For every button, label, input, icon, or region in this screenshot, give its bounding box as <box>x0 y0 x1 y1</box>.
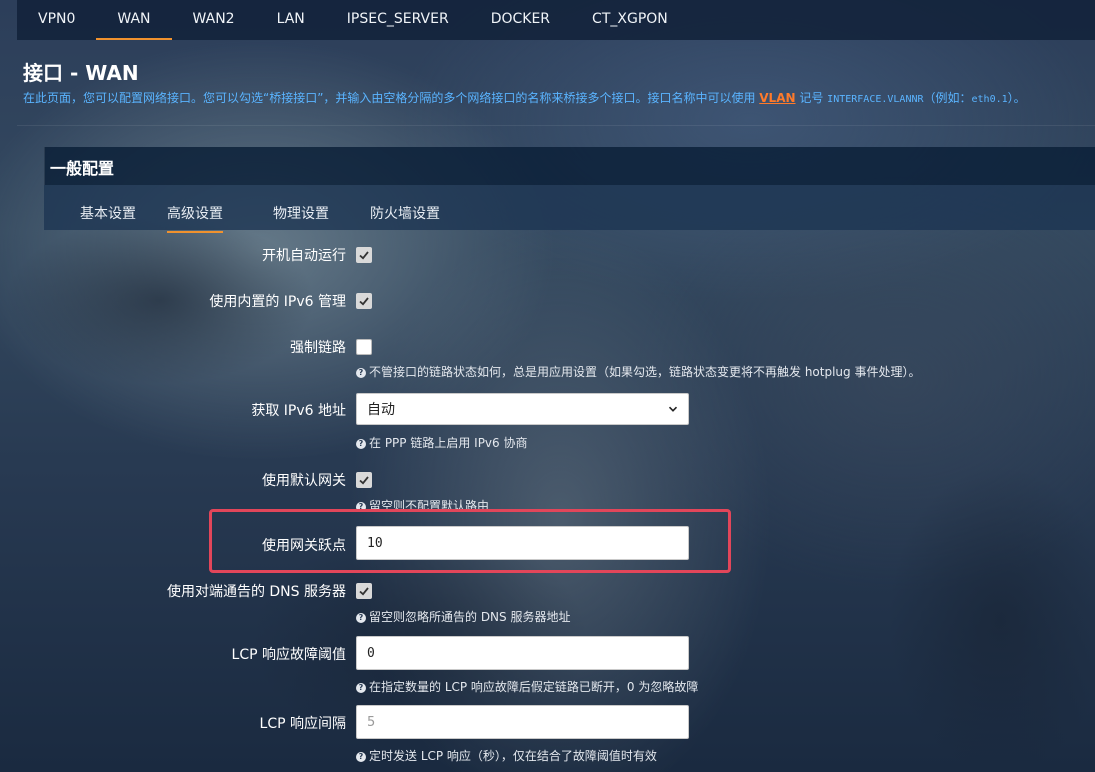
subtab-physical[interactable]: 物理设置 <box>273 203 329 231</box>
ipv6-checkbox[interactable] <box>356 293 372 309</box>
lcp-fail-input[interactable]: 0 <box>356 636 689 670</box>
help-circle-icon: ? <box>356 439 366 449</box>
desc-text-2: 记号 <box>795 91 828 105</box>
help-circle-icon: ? <box>356 613 366 623</box>
lcp-fail-help: ? 在指定数量的 LCP 响应故障后假定链路已断开，0 为忽略故障 <box>356 678 698 695</box>
divider <box>17 125 1095 126</box>
peer-dns-help: ? 留空则忽略所通告的 DNS 服务器地址 <box>356 608 570 625</box>
help-text: 留空则不配置默认路由 <box>369 499 490 513</box>
check-icon <box>359 587 369 596</box>
default-gw-label: 使用默认网关 <box>262 473 346 489</box>
peer-dns-label: 使用对端通告的 DNS 服务器 <box>166 584 346 600</box>
get-ipv6-help: ? 在 PPP 链路上启用 IPv6 协商 <box>356 434 527 451</box>
force-link-help: ? 不管接口的链路状态如何，总是用应用设置（如果勾选，链路状态变更将不再触发 ho… <box>356 363 920 380</box>
help-text: 不管接口的链路状态如何，总是用应用设置（如果勾选，链路状态变更将不再触发 hot… <box>369 365 921 379</box>
ipv6-label: 使用内置的 IPv6 管理 <box>209 294 346 310</box>
help-circle-icon: ? <box>356 752 366 762</box>
check-icon <box>359 476 369 485</box>
lcp-interval-help: ? 定时发送 LCP 响应（秒），仅在结合了故障阈值时有效 <box>356 747 657 764</box>
help-text: 在 PPP 链路上启用 IPv6 协商 <box>369 436 528 450</box>
desc-text: 在此页面，您可以配置网络接口。您可以勾选“桥接接口”，并输入由空格分隔的多个网络… <box>23 91 760 105</box>
tab-ct-xgpon[interactable]: CT_XGPON <box>571 0 689 38</box>
section-header: 一般配置 <box>44 147 1095 185</box>
section-title: 一般配置 <box>50 159 115 178</box>
metric-input[interactable]: 10 <box>356 526 689 560</box>
get-ipv6-value: 自动 <box>367 402 395 418</box>
desc-text-4: ）。 <box>1007 91 1026 105</box>
lcp-interval-label: LCP 响应间隔 <box>259 716 346 732</box>
default-gw-help: ? 留空则不配置默认路由 <box>356 497 489 514</box>
check-icon <box>359 251 369 260</box>
force-link-checkbox[interactable] <box>356 339 372 355</box>
page-title: 接口 - WAN <box>23 61 139 85</box>
tab-wan2[interactable]: WAN2 <box>172 0 256 38</box>
help-circle-icon: ? <box>356 502 366 512</box>
help-text: 在指定数量的 LCP 响应故障后假定链路已断开，0 为忽略故障 <box>369 680 699 694</box>
tab-vpn0[interactable]: VPN0 <box>17 0 96 38</box>
desc-text-3: （例如： <box>923 91 972 105</box>
tab-docker[interactable]: DOCKER <box>470 0 571 38</box>
tab-ipsec-server[interactable]: IPSEC_SERVER <box>326 0 470 38</box>
top-tab-bar: VPN0 WAN WAN2 LAN IPSEC_SERVER DOCKER CT… <box>17 0 1095 40</box>
chevron-down-icon <box>668 406 678 412</box>
get-ipv6-label: 获取 IPv6 地址 <box>251 403 346 419</box>
autostart-label: 开机自动运行 <box>262 248 346 264</box>
force-link-label: 强制链路 <box>290 340 346 356</box>
lcp-fail-label: LCP 响应故障阈值 <box>231 647 346 663</box>
desc-code-2: eth0.1 <box>971 94 1008 105</box>
help-circle-icon: ? <box>356 683 366 693</box>
subtab-basic[interactable]: 基本设置 <box>80 203 136 231</box>
subtab-advanced[interactable]: 高级设置 <box>167 203 223 233</box>
subtab-bar: 基本设置 高级设置 物理设置 防火墙设置 <box>44 185 1095 233</box>
page-description: 在此页面，您可以配置网络接口。您可以勾选“桥接接口”，并输入由空格分隔的多个网络… <box>23 89 1026 106</box>
metric-label: 使用网关跃点 <box>262 538 346 554</box>
help-text: 留空则忽略所通告的 DNS 服务器地址 <box>369 610 571 624</box>
check-icon <box>359 297 369 306</box>
default-gw-checkbox[interactable] <box>356 472 372 488</box>
tab-lan[interactable]: LAN <box>256 0 326 38</box>
desc-code: INTERFACE.VLANNR <box>827 94 924 105</box>
get-ipv6-select[interactable]: 自动 <box>356 393 689 425</box>
help-text: 定时发送 LCP 响应（秒），仅在结合了故障阈值时有效 <box>369 749 657 763</box>
peer-dns-checkbox[interactable] <box>356 583 372 599</box>
lcp-interval-input[interactable]: 5 <box>356 705 689 739</box>
help-circle-icon: ? <box>356 368 366 378</box>
tab-wan[interactable]: WAN <box>96 0 172 40</box>
autostart-checkbox[interactable] <box>356 247 372 263</box>
subtab-firewall[interactable]: 防火墙设置 <box>370 203 440 231</box>
vlan-link[interactable]: VLAN <box>759 91 795 105</box>
